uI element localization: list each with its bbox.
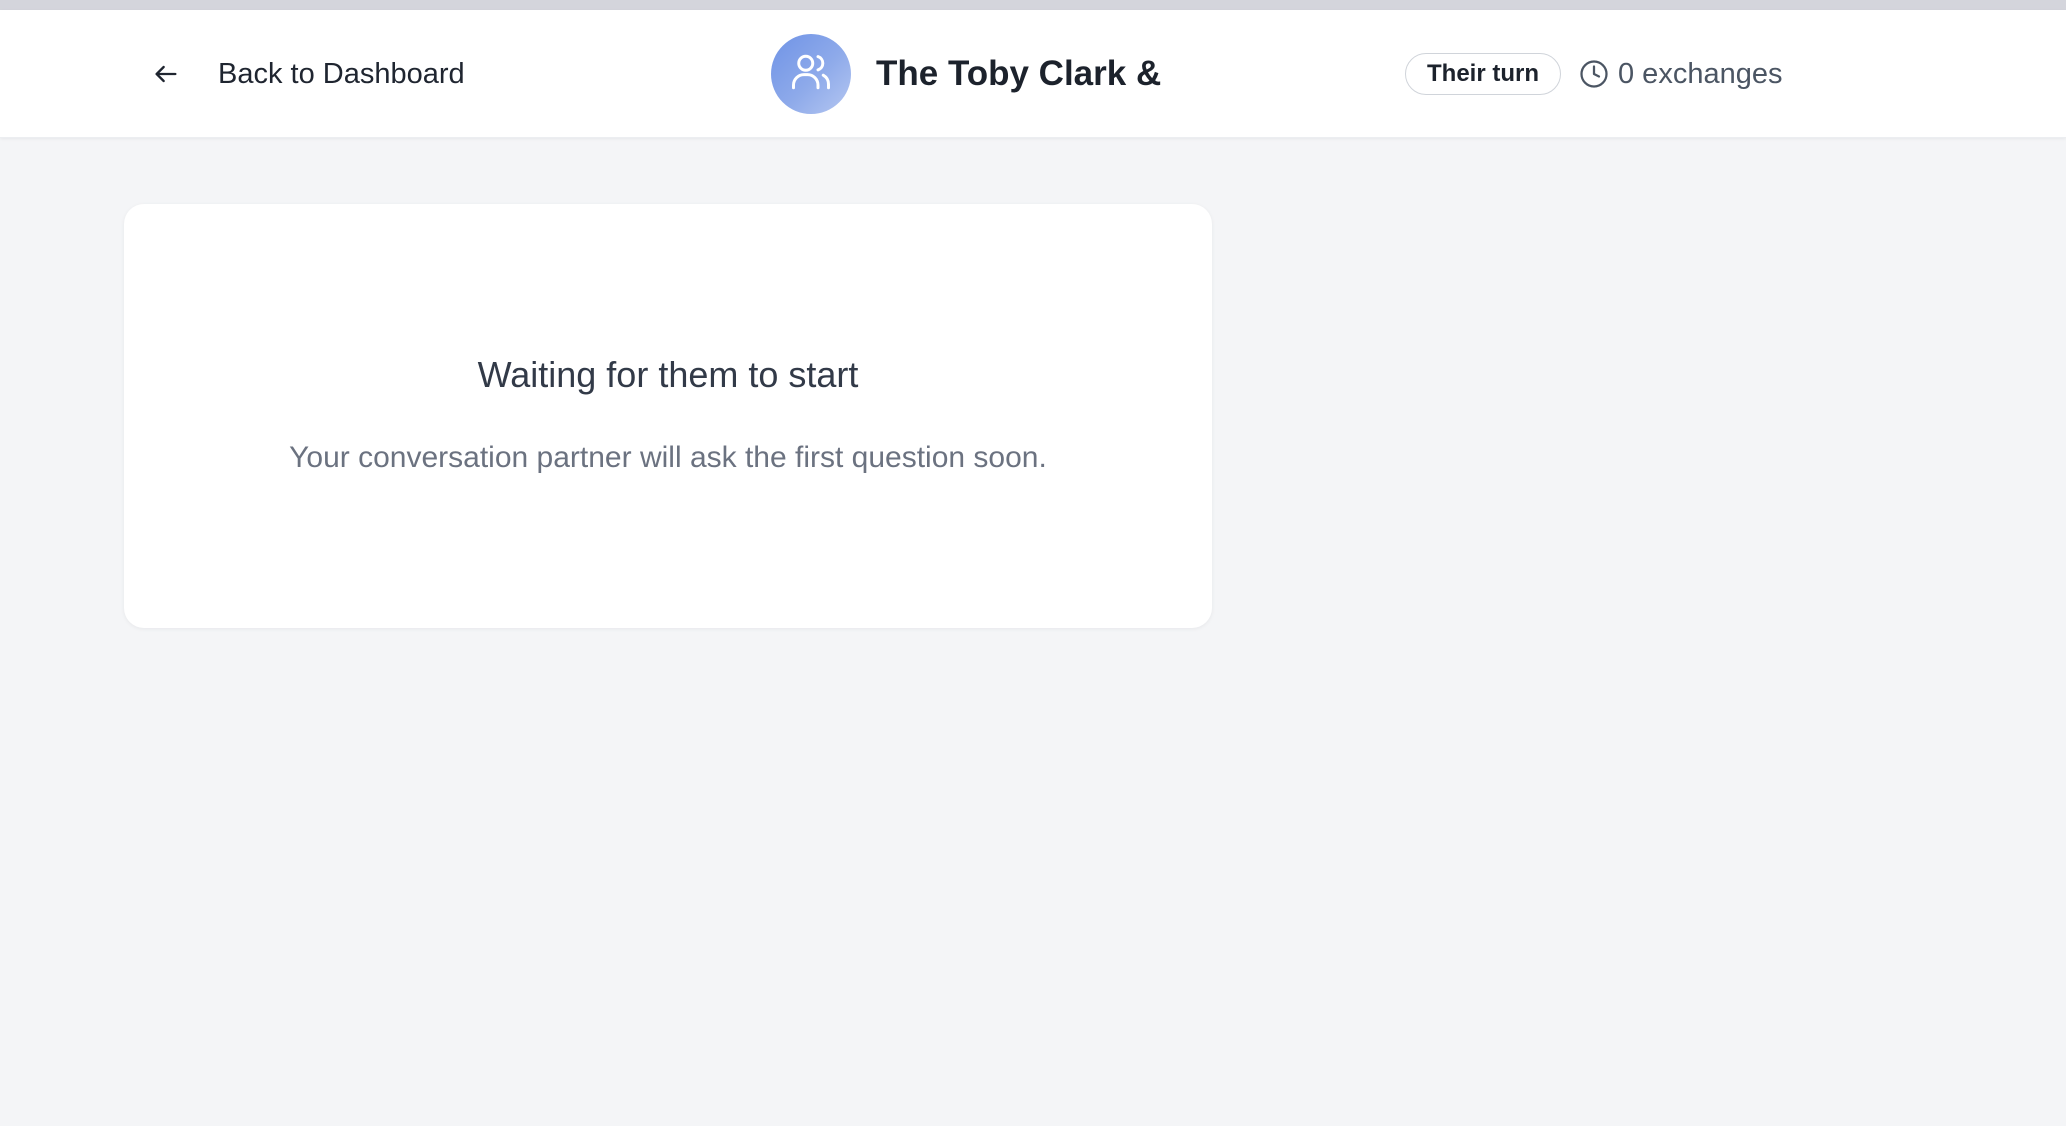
waiting-message: Your conversation partner will ask the f… (289, 441, 1047, 474)
back-to-dashboard-label: Back to Dashboard (218, 57, 465, 90)
turn-status-badge: Their turn (1405, 53, 1561, 95)
exchanges-count: 0 exchanges (1618, 57, 1783, 90)
conversation-title: The Toby Clark & (876, 54, 1162, 93)
users-icon (790, 51, 832, 98)
back-to-dashboard-button[interactable]: Back to Dashboard (150, 50, 465, 98)
conversation-header: Back to Dashboard The Toby Clark & Their… (0, 10, 2066, 138)
waiting-title: Waiting for them to start (477, 354, 859, 395)
arrow-left-icon (150, 58, 182, 90)
window-top-strip (0, 0, 2066, 10)
conversation-avatar (771, 34, 851, 114)
clock-icon (1578, 58, 1610, 90)
exchanges-counter: 0 exchanges (1578, 54, 1782, 94)
waiting-card: Waiting for them to start Your conversat… (124, 204, 1212, 628)
